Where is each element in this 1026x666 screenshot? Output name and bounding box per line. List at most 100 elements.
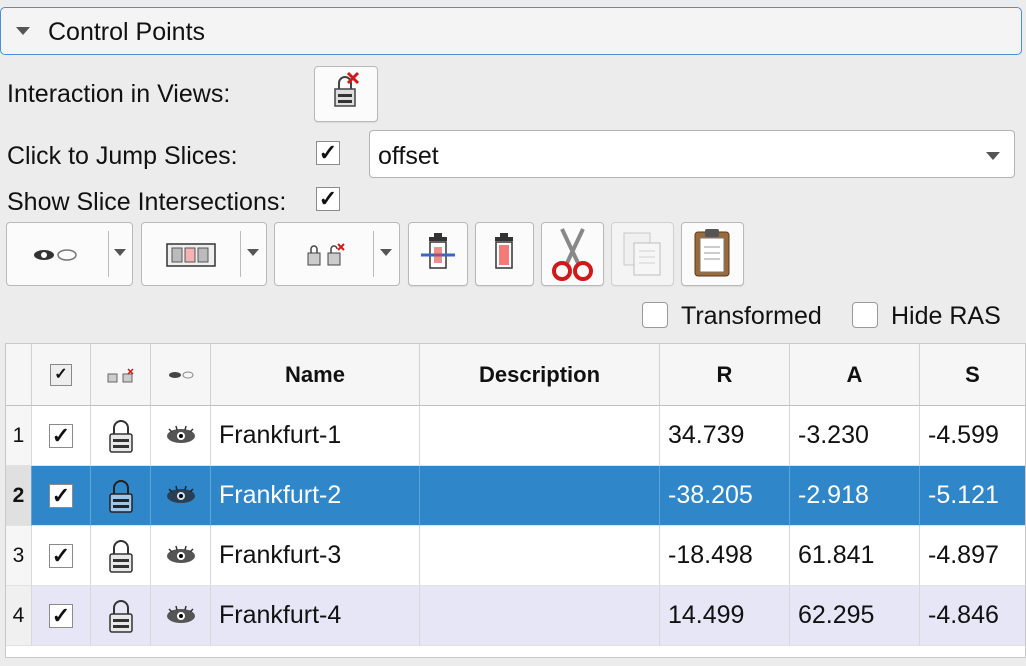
control-points-section-header[interactable]: Control Points [0, 7, 1022, 55]
row-s[interactable]: -4.846 [920, 586, 1025, 646]
eye-icon [166, 425, 195, 443]
row-select-cell[interactable]: ✓ [32, 526, 91, 586]
visibility-column-header[interactable] [151, 344, 211, 406]
section-title: Control Points [48, 18, 206, 46]
visibility-eye-icon [34, 249, 77, 261]
copy-button[interactable] [611, 222, 674, 286]
eye-icon [168, 371, 193, 378]
jump-mode-value: offset [378, 142, 439, 170]
row-s[interactable]: -4.599 [920, 406, 1025, 466]
row-checkbox[interactable]: ✓ [49, 603, 73, 628]
row-r[interactable]: 14.499 [660, 586, 790, 646]
copy-icon [623, 232, 661, 276]
row-lock-cell[interactable] [91, 406, 151, 466]
row-checkbox[interactable]: ✓ [49, 483, 73, 508]
table-row[interactable]: 4 ✓ Frankfurt-4 14.499 62.295 -4.846 [6, 586, 1025, 646]
row-s[interactable]: -4.897 [920, 526, 1025, 586]
slice-intersections-checkbox[interactable]: ✓ [316, 187, 340, 211]
jump-slices-checkbox[interactable]: ✓ [316, 141, 340, 165]
row-checkbox[interactable]: ✓ [49, 423, 73, 448]
chevron-down-icon [247, 249, 259, 256]
interaction-lock-button[interactable] [314, 66, 378, 122]
row-description[interactable] [420, 526, 660, 586]
r-column-header[interactable]: R [660, 344, 790, 406]
chevron-down-icon [986, 152, 1000, 160]
hide-ras-checkbox[interactable] [852, 302, 878, 328]
lock-icon [108, 479, 133, 513]
row-a[interactable]: 62.295 [790, 586, 920, 646]
row-r[interactable]: -18.498 [660, 526, 790, 586]
row-visibility-cell[interactable] [151, 526, 211, 586]
chevron-down-icon [380, 249, 392, 256]
row-a[interactable]: -2.918 [790, 466, 920, 526]
table-row[interactable]: 3 ✓ Frankfurt-3 -18.498 61.841 -4.897 [6, 526, 1025, 586]
s-column-header[interactable]: S [920, 344, 1025, 406]
table-row[interactable]: 1 ✓ Frankfurt-1 34.739 -3.230 -4.599 [6, 406, 1025, 466]
row-number: 4 [6, 586, 32, 646]
name-column-header[interactable]: Name [211, 344, 420, 406]
eye-icon [166, 545, 195, 563]
selection-split-button[interactable] [141, 222, 267, 286]
row-visibility-cell[interactable] [151, 466, 211, 526]
row-select-cell[interactable]: ✓ [32, 586, 91, 646]
transformed-label: Transformed [681, 302, 822, 330]
collapse-arrow-icon [16, 27, 30, 35]
locked-unlocked-icon [334, 71, 360, 107]
clipboard-icon [694, 229, 730, 277]
row-s[interactable]: -5.121 [920, 466, 1025, 526]
select-all-header[interactable]: ✓ [32, 344, 91, 406]
show-slice-intersections-label: Show Slice Intersections: [7, 188, 287, 216]
row-name[interactable]: Frankfurt-3 [211, 526, 420, 586]
row-select-cell[interactable]: ✓ [32, 406, 91, 466]
cut-button[interactable] [541, 222, 604, 286]
visibility-split-button[interactable] [6, 222, 133, 286]
row-lock-cell[interactable] [91, 466, 151, 526]
hide-ras-label: Hide RAS [891, 302, 1001, 330]
description-column-header[interactable]: Description [420, 344, 660, 406]
delete-all-button[interactable] [475, 222, 534, 286]
lock-split-button[interactable] [274, 222, 400, 286]
row-visibility-cell[interactable] [151, 586, 211, 646]
lock-icon [307, 243, 345, 266]
trash-icon [421, 233, 455, 269]
click-to-jump-slices-label: Click to Jump Slices: [7, 142, 238, 170]
row-a[interactable]: 61.841 [790, 526, 920, 586]
row-description[interactable] [420, 586, 660, 646]
trash-all-icon [495, 233, 513, 269]
lock-icon [108, 419, 133, 453]
transformed-checkbox[interactable] [642, 302, 668, 328]
table-row[interactable]: 2 ✓ Frankfurt-2 -38.205 -2.918 -5.121 [6, 466, 1025, 526]
eye-icon [166, 485, 195, 503]
row-number: 2 [6, 466, 32, 526]
scissors-icon [552, 228, 593, 281]
row-r[interactable]: -38.205 [660, 466, 790, 526]
delete-selected-button[interactable] [408, 222, 468, 286]
row-checkbox[interactable]: ✓ [49, 543, 73, 568]
paste-button[interactable] [681, 222, 744, 286]
select-all-icon [166, 243, 216, 267]
chevron-down-icon [114, 249, 126, 256]
row-description[interactable] [420, 466, 660, 526]
row-lock-cell[interactable] [91, 586, 151, 646]
control-points-table[interactable]: ✓ Name Description R A S 1 ✓ Frankfurt-1… [5, 343, 1026, 658]
a-column-header[interactable]: A [790, 344, 920, 406]
corner-header [6, 344, 32, 406]
row-select-cell[interactable]: ✓ [32, 466, 91, 526]
row-lock-cell[interactable] [91, 526, 151, 586]
row-name[interactable]: Frankfurt-1 [211, 406, 420, 466]
row-r[interactable]: 34.739 [660, 406, 790, 466]
jump-mode-select[interactable]: offset [369, 130, 1015, 178]
lock-icon [107, 367, 134, 382]
row-number: 1 [6, 406, 32, 466]
row-description[interactable] [420, 406, 660, 466]
select-all-checkbox[interactable]: ✓ [50, 363, 72, 386]
lock-column-header[interactable] [91, 344, 151, 406]
row-name[interactable]: Frankfurt-2 [211, 466, 420, 526]
row-visibility-cell[interactable] [151, 406, 211, 466]
eye-icon [166, 605, 195, 623]
row-name[interactable]: Frankfurt-4 [211, 586, 420, 646]
row-a[interactable]: -3.230 [790, 406, 920, 466]
lock-icon [108, 599, 133, 633]
row-number: 3 [6, 526, 32, 586]
lock-icon [108, 539, 133, 573]
